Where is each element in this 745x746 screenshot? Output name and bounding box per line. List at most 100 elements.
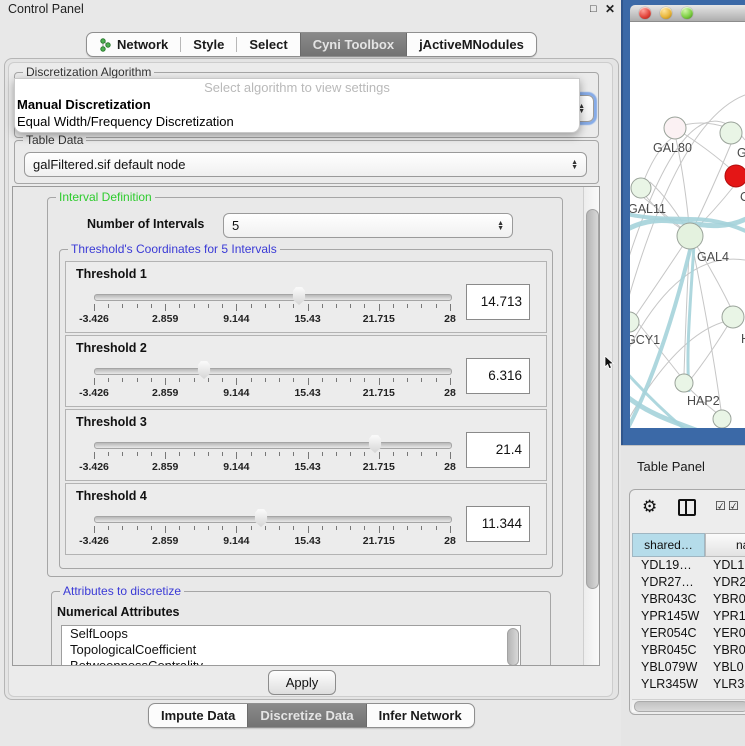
tick-mark — [364, 378, 365, 382]
network-node-gal80[interactable] — [664, 117, 686, 139]
tick-mark — [379, 304, 380, 311]
dropdown-item-manual[interactable]: Manual Discretization — [15, 96, 579, 113]
threshold-value-field[interactable]: 14.713 — [466, 284, 530, 320]
tick-mark — [364, 526, 365, 530]
tick-mark — [436, 304, 437, 308]
threshold-slider-track[interactable] — [94, 368, 452, 375]
cell-shared-name[interactable]: YER054C — [641, 626, 697, 640]
tick-mark — [308, 526, 309, 533]
attribute-list-item[interactable]: BetweennessCentrality — [62, 658, 520, 666]
minimize-traffic-light-icon[interactable] — [660, 7, 672, 19]
tick-mark — [236, 526, 237, 533]
table-row[interactable]: YDL19… YDL1 — [632, 557, 745, 574]
table-row[interactable]: YDR27… YDR2 — [632, 574, 745, 591]
cell-name[interactable]: YLR3 — [713, 677, 744, 691]
close-window-icon[interactable]: ✕ — [605, 3, 615, 15]
threshold-slider-track[interactable] — [94, 516, 452, 523]
cell-shared-name[interactable]: YBL079W — [641, 660, 697, 674]
gear-icon[interactable]: ⚙ — [642, 497, 657, 517]
column-header-name[interactable]: nam — [705, 533, 745, 557]
table-row[interactable]: YLR345W YLR3 — [632, 676, 745, 691]
tab-select[interactable]: Select — [237, 33, 299, 56]
tab-infer-network[interactable]: Infer Network — [367, 704, 474, 727]
threshold-slider-thumb[interactable] — [291, 286, 307, 305]
cell-shared-name[interactable]: YLR345W — [641, 677, 698, 691]
column-header-shared-name[interactable]: shared… — [632, 533, 705, 557]
table-hscrollbar-track[interactable] — [632, 699, 745, 712]
apply-button[interactable]: Apply — [268, 670, 336, 695]
split-view-icon[interactable] — [678, 499, 696, 516]
table-row[interactable]: YPR145W YPR1 — [632, 608, 745, 625]
table-row[interactable]: YBR043C YBR0 — [632, 591, 745, 608]
tick-label: 28 — [444, 313, 456, 325]
network-node-ga[interactable] — [720, 122, 742, 144]
table-data-combobox[interactable]: galFiltered.sif default node ▲▼ — [24, 152, 587, 177]
tab-cyni-toolbox[interactable]: Cyni Toolbox — [300, 33, 407, 56]
viewport-scrollbar-track[interactable] — [583, 187, 600, 665]
numerical-attributes-list[interactable]: SelfLoopsTopologicalCoefficientBetweenne… — [61, 625, 521, 666]
threshold-slider-track[interactable] — [94, 294, 452, 301]
threshold-value-field[interactable]: 6.316 — [466, 358, 530, 394]
tab-strip: NetworkStyleSelectCyni ToolboxjActiveMNo… — [86, 32, 537, 57]
tick-mark — [379, 452, 380, 459]
network-node-gal4[interactable] — [677, 223, 703, 249]
cell-name[interactable]: YDL1 — [713, 558, 744, 572]
tick-mark — [279, 526, 280, 530]
threshold-value-field[interactable]: 11.344 — [466, 506, 530, 542]
cell-name[interactable]: YBR0 — [713, 643, 745, 657]
threshold-slider-thumb[interactable] — [367, 434, 383, 453]
cell-shared-name[interactable]: YDR27… — [641, 575, 694, 589]
dropdown-placeholder[interactable]: Select algorithm to view settings — [15, 79, 579, 96]
num-intervals-combobox[interactable]: 5 ▲▼ — [223, 213, 513, 238]
tick-label: 28 — [444, 461, 456, 473]
network-window-titlebar[interactable] — [630, 5, 745, 22]
network-node-c[interactable] — [725, 165, 745, 187]
cell-shared-name[interactable]: YDL19… — [641, 558, 692, 572]
viewport-scrollbar-thumb[interactable] — [586, 209, 599, 589]
tab-style[interactable]: Style — [181, 33, 236, 56]
table-row[interactable]: YER054C YER0 — [632, 625, 745, 642]
attribute-list-scrollbar[interactable] — [507, 628, 519, 666]
network-canvas[interactable]: GAL80GACGAL11GAL4GCY1HHAP2 — [630, 22, 745, 428]
network-node-gcy1[interactable] — [630, 312, 639, 332]
dropdown-item-equal-width[interactable]: Equal Width/Frequency Discretization — [15, 113, 579, 130]
attribute-list-item[interactable]: TopologicalCoefficient — [62, 642, 520, 658]
threshold-slider-track[interactable] — [94, 442, 452, 449]
checkbox-icon[interactable]: ☑ — [715, 499, 726, 513]
attribute-list-item[interactable]: SelfLoops — [62, 626, 520, 642]
network-node-hap2[interactable] — [675, 374, 693, 392]
table-row[interactable]: YBL079W YBL0 — [632, 659, 745, 676]
table-row[interactable]: YBR045C YBR0 — [632, 642, 745, 659]
tab-network[interactable]: Network — [87, 33, 180, 56]
cell-name[interactable]: YBR0 — [713, 592, 745, 606]
network-node-h[interactable] — [722, 306, 744, 328]
tick-mark — [122, 304, 123, 308]
network-node-gal11[interactable] — [631, 178, 651, 198]
algorithm-group-title: Discretization Algorithm — [23, 65, 154, 79]
close-traffic-light-icon[interactable] — [639, 7, 651, 19]
cell-shared-name[interactable]: YBR043C — [641, 592, 697, 606]
tick-label: 9.144 — [223, 461, 249, 473]
tick-mark — [393, 304, 394, 308]
checkbox-icon[interactable]: ☑ — [728, 499, 739, 513]
threshold-slider-thumb[interactable] — [196, 360, 212, 379]
tick-mark — [222, 526, 223, 530]
cell-shared-name[interactable]: YBR045C — [641, 643, 697, 657]
tick-mark — [108, 452, 109, 456]
network-node[interactable] — [713, 410, 731, 428]
cell-name[interactable]: YPR1 — [713, 609, 745, 623]
cell-shared-name[interactable]: YPR145W — [641, 609, 699, 623]
zoom-traffic-light-icon[interactable] — [681, 7, 693, 19]
cell-name[interactable]: YDR2 — [713, 575, 745, 589]
tick-mark — [364, 304, 365, 308]
threshold-slider-thumb[interactable] — [253, 508, 269, 527]
cell-name[interactable]: YBL0 — [713, 660, 744, 674]
tab-jactivemnodules[interactable]: jActiveMNodules — [407, 33, 536, 56]
table-hscrollbar-thumb[interactable] — [634, 701, 745, 712]
float-window-icon[interactable]: □ — [590, 3, 597, 15]
tick-mark — [236, 304, 237, 311]
tab-impute-data[interactable]: Impute Data — [149, 704, 247, 727]
threshold-value-field[interactable]: 21.4 — [466, 432, 530, 468]
tab-discretize-data[interactable]: Discretize Data — [247, 704, 366, 727]
cell-name[interactable]: YER0 — [713, 626, 745, 640]
